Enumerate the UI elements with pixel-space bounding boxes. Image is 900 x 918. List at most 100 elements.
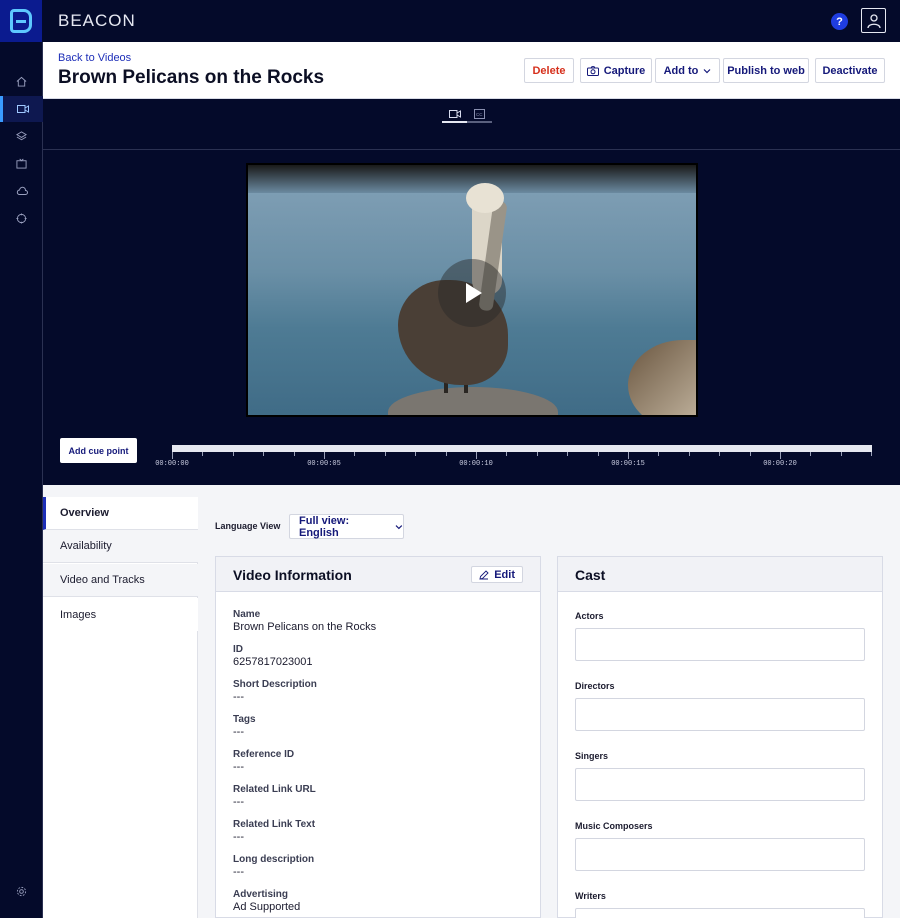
cloud-icon	[16, 186, 28, 195]
timeline-tick	[354, 452, 356, 456]
directors-input[interactable]	[575, 698, 865, 731]
deactivate-button[interactable]: Deactivate	[815, 58, 885, 83]
nav-item-availability[interactable]: Availability	[43, 530, 198, 563]
home-icon	[16, 76, 27, 87]
writers-input[interactable]	[575, 908, 865, 918]
singers-input[interactable]	[575, 768, 865, 801]
field-label: Advertising	[233, 889, 289, 900]
user-account-button[interactable]	[861, 8, 886, 33]
sidebar-item-videos[interactable]	[0, 96, 43, 122]
delete-button[interactable]: Delete	[524, 58, 574, 83]
timeline-tick	[445, 452, 447, 456]
timeline-tick	[415, 452, 417, 456]
cast-group-label: Actors	[575, 611, 604, 621]
layers-icon	[16, 130, 27, 140]
timeline-tick	[232, 452, 234, 456]
timeline-tick	[202, 452, 204, 456]
timeline-tick	[567, 452, 569, 456]
nav-item-overview[interactable]: Overview	[43, 497, 198, 530]
publish-to-web-button[interactable]: Publish to web	[723, 58, 809, 83]
brand-name: BEACON	[58, 11, 136, 30]
inactive-tab-indicator	[467, 121, 492, 123]
timeline-label: 00:00:10	[459, 460, 493, 468]
edit-button-label: Edit	[494, 568, 515, 581]
timeline-tick	[810, 452, 812, 456]
timeline-tick	[263, 452, 265, 456]
timeline-tick	[324, 452, 325, 459]
video-player[interactable]	[246, 163, 698, 417]
timeline-tick	[384, 452, 386, 456]
sidebar-item-home[interactable]	[0, 68, 43, 94]
cast-group-label: Directors	[575, 681, 615, 691]
add-cue-point-button[interactable]: Add cue point	[60, 438, 137, 463]
beacon-logo[interactable]	[0, 0, 42, 42]
timeline-tick	[476, 452, 477, 459]
sidebar-item-playlists[interactable]	[0, 123, 43, 149]
cast-group-label: Writers	[575, 891, 606, 901]
actors-input[interactable]	[575, 628, 865, 661]
timeline-tick	[506, 452, 508, 456]
cast-panel: Cast Actors Directors Singers Music Comp…	[557, 556, 883, 918]
chevron-down-icon	[703, 68, 711, 73]
nav-item-images[interactable]: Images	[43, 598, 198, 631]
pencil-icon	[479, 569, 489, 580]
help-button[interactable]: ?	[831, 13, 848, 30]
add-to-label: Add to	[663, 64, 699, 77]
publish-label: Publish to web	[727, 64, 805, 77]
video-information-panel: Video Information Edit Name Brown Pelica…	[215, 556, 541, 918]
language-view-select[interactable]: Full view: English	[289, 514, 404, 539]
media-tab-strip: CC	[43, 99, 900, 150]
field-value: ---	[233, 691, 244, 703]
cast-title: Cast	[575, 567, 606, 583]
video-timeline-scrubber[interactable]	[172, 445, 872, 452]
timeline-label: 00:00:20	[763, 460, 797, 468]
timeline-tick	[749, 452, 751, 456]
field-label: Reference ID	[233, 749, 295, 760]
field-value: ---	[233, 761, 244, 773]
timeline-tick	[658, 452, 660, 456]
music-composers-input[interactable]	[575, 838, 865, 871]
page-header: Back to Videos Brown Pelicans on the Roc…	[43, 42, 900, 99]
field-value: ---	[233, 831, 244, 843]
field-label: ID	[233, 644, 243, 655]
play-button[interactable]	[438, 259, 506, 327]
closed-captions-icon: CC	[474, 109, 485, 119]
timeline-tick	[536, 452, 538, 456]
logo-b-icon	[10, 9, 32, 33]
capture-button[interactable]: Capture	[580, 58, 652, 83]
sidebar-item-cloud[interactable]	[0, 178, 43, 204]
field-label: Related Link URL	[233, 784, 316, 795]
play-icon	[466, 283, 482, 303]
back-to-videos-link[interactable]: Back to Videos	[58, 52, 131, 64]
active-tab-indicator	[442, 121, 467, 123]
tv-icon	[16, 158, 27, 169]
sidebar-item-settings[interactable]	[0, 878, 43, 904]
timeline-label: 00:00:00	[155, 460, 189, 468]
timeline-tick	[871, 452, 873, 456]
sidebar-item-analytics[interactable]	[0, 205, 43, 231]
user-icon	[866, 13, 881, 28]
panel-header: Video Information Edit	[216, 557, 540, 592]
field-label: Short Description	[233, 679, 317, 690]
cast-group-label: Singers	[575, 751, 609, 761]
video-camera-icon	[17, 105, 29, 113]
details-nav: Overview Availability Video and Tracks I…	[43, 497, 198, 918]
panel-header: Cast	[558, 557, 882, 592]
field-value: ---	[233, 796, 244, 808]
field-value: Brown Pelicans on the Rocks	[233, 621, 377, 633]
deactivate-label: Deactivate	[822, 64, 878, 77]
add-to-dropdown[interactable]: Add to	[655, 58, 720, 83]
chevron-down-icon	[395, 524, 403, 529]
timeline-tick	[719, 452, 721, 456]
timeline-tick	[628, 452, 629, 459]
timeline-tick	[597, 452, 599, 456]
details-section: Overview Availability Video and Tracks I…	[43, 485, 900, 918]
video-thumbnail-pelican-head	[466, 183, 504, 213]
nav-item-video-and-tracks[interactable]: Video and Tracks	[43, 564, 198, 597]
timeline-tick	[688, 452, 690, 456]
edit-button[interactable]: Edit	[471, 566, 523, 583]
sidebar-item-live[interactable]	[0, 150, 43, 176]
svg-text:CC: CC	[476, 112, 483, 117]
delete-button-label: Delete	[532, 64, 566, 77]
language-view-value: Full view: English	[299, 514, 350, 539]
